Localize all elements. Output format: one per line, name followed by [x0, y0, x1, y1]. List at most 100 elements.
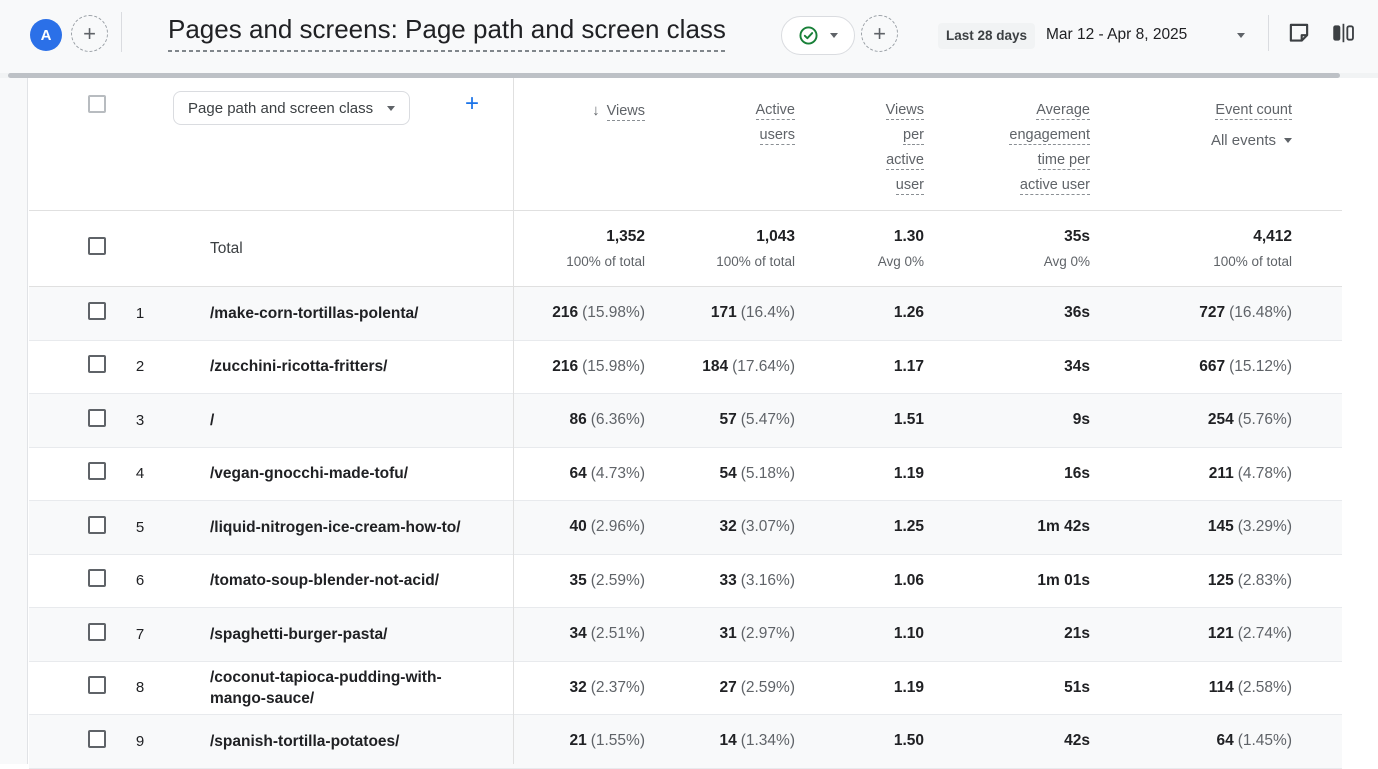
engagement-cell: 1m 42s — [924, 518, 1090, 536]
sort-descending-icon: ↓ — [592, 102, 600, 119]
active-users-cell: 33(3.16%) — [645, 572, 795, 590]
views-cell: 35(2.59%) — [513, 572, 645, 590]
views-per-user-cell: 1.51 — [795, 411, 924, 429]
notes-button[interactable] — [1286, 20, 1312, 46]
row-index: 1 — [106, 305, 174, 322]
column-header-views[interactable]: ↓Views — [513, 98, 645, 198]
row-checkbox[interactable] — [88, 730, 106, 748]
page-path: /tomato-soup-blender-not-acid/ — [174, 570, 513, 591]
ab-compare-icon — [1330, 20, 1356, 46]
table-row: 9 /spanish-tortilla-potatoes/ 21(1.55%) … — [29, 715, 1342, 769]
select-all-checkbox[interactable] — [88, 95, 106, 113]
total-active-users: 1,043100% of total — [645, 228, 795, 269]
views-cell: 32(2.37%) — [513, 679, 645, 697]
active-users-cell: 32(3.07%) — [645, 518, 795, 536]
page-title[interactable]: Pages and screens: Page path and screen … — [168, 14, 726, 52]
account-avatar[interactable]: A — [30, 19, 62, 51]
event-filter-dropdown[interactable]: All events — [1211, 128, 1292, 153]
views-per-user-cell: 1.25 — [795, 518, 924, 536]
divider — [121, 12, 122, 52]
date-range-badge: Last 28 days — [938, 23, 1035, 49]
page-path: /spaghetti-burger-pasta/ — [174, 624, 513, 645]
row-checkbox[interactable] — [88, 676, 106, 694]
add-report-button[interactable]: + — [861, 15, 898, 52]
table-row: 4 /vegan-gnocchi-made-tofu/ 64(4.73%) 54… — [29, 448, 1342, 502]
column-header-event-count[interactable]: Event count All events — [1090, 98, 1292, 198]
note-icon — [1286, 20, 1312, 46]
table-row: 1 /make-corn-tortillas-polenta/ 216(15.9… — [29, 287, 1342, 341]
chevron-down-icon — [387, 106, 395, 111]
table-row: 3 / 86(6.36%) 57(5.47%) 1.51 9s 254(5.76… — [29, 394, 1342, 448]
event-count-cell: 211(4.78%) — [1090, 465, 1292, 483]
table-body: 1 /make-corn-tortillas-polenta/ 216(15.9… — [29, 287, 1342, 769]
row-index: 7 — [106, 626, 174, 643]
scrollbar-area — [0, 64, 1378, 78]
chevron-down-icon — [830, 33, 838, 38]
left-gutter — [0, 78, 28, 764]
views-per-user-cell: 1.19 — [795, 679, 924, 697]
dimension-selector[interactable]: Page path and screen class — [173, 91, 410, 125]
row-checkbox[interactable] — [88, 302, 106, 320]
engagement-cell: 34s — [924, 358, 1090, 376]
compare-button[interactable] — [1330, 20, 1356, 46]
total-views: 1,352100% of total — [513, 228, 645, 269]
row-index: 3 — [106, 412, 174, 429]
row-checkbox[interactable] — [88, 516, 106, 534]
views-cell: 216(15.98%) — [513, 358, 645, 376]
views-per-user-cell: 1.50 — [795, 732, 924, 750]
chevron-down-icon — [1284, 138, 1292, 143]
active-users-cell: 27(2.59%) — [645, 679, 795, 697]
row-index: 6 — [106, 572, 174, 589]
page-path: /liquid-nitrogen-ice-cream-how-to/ — [174, 517, 513, 538]
row-checkbox[interactable] — [88, 462, 106, 480]
active-users-cell: 54(5.18%) — [645, 465, 795, 483]
column-header-engagement[interactable]: Average engagement time per active user — [924, 98, 1090, 198]
row-index: 4 — [106, 465, 174, 482]
views-cell: 216(15.98%) — [513, 304, 645, 322]
views-per-user-cell: 1.26 — [795, 304, 924, 322]
row-index: 8 — [106, 679, 174, 696]
row-checkbox[interactable] — [88, 623, 106, 641]
engagement-cell: 9s — [924, 411, 1090, 429]
views-cell: 40(2.96%) — [513, 518, 645, 536]
active-users-cell: 31(2.97%) — [645, 625, 795, 643]
chevron-down-icon[interactable] — [1237, 33, 1245, 38]
page-path: / — [174, 410, 513, 431]
add-dimension-button[interactable]: + — [465, 92, 479, 116]
engagement-cell: 1m 01s — [924, 572, 1090, 590]
total-checkbox[interactable] — [88, 237, 106, 255]
total-label: Total — [174, 240, 513, 258]
engagement-cell: 21s — [924, 625, 1090, 643]
event-count-cell: 114(2.58%) — [1090, 679, 1292, 697]
event-count-cell: 667(15.12%) — [1090, 358, 1292, 376]
report-table: Page path and screen class + ↓Views Acti… — [29, 78, 1342, 764]
views-per-user-cell: 1.19 — [795, 465, 924, 483]
date-range-value[interactable]: Mar 12 - Apr 8, 2025 — [1046, 26, 1187, 44]
page-path: /coconut-tapioca-pudding-with-mango-sauc… — [174, 667, 513, 709]
column-header-views-per-user[interactable]: Views per active user — [795, 98, 924, 198]
views-cell: 86(6.36%) — [513, 411, 645, 429]
row-checkbox[interactable] — [88, 569, 106, 587]
table-row: 2 /zucchini-ricotta-fritters/ 216(15.98%… — [29, 341, 1342, 395]
row-index: 2 — [106, 358, 174, 375]
table-header-row: Page path and screen class + ↓Views Acti… — [29, 78, 1342, 211]
page-path: /spanish-tortilla-potatoes/ — [174, 731, 513, 752]
views-per-user-cell: 1.10 — [795, 625, 924, 643]
metric-headers: ↓Views Active users Views per active use… — [513, 98, 1292, 198]
column-header-active-users[interactable]: Active users — [645, 98, 795, 198]
row-checkbox[interactable] — [88, 409, 106, 427]
table-row: 7 /spaghetti-burger-pasta/ 34(2.51%) 31(… — [29, 608, 1342, 662]
engagement-cell: 16s — [924, 465, 1090, 483]
row-checkbox[interactable] — [88, 355, 106, 373]
event-count-cell: 121(2.74%) — [1090, 625, 1292, 643]
event-count-cell: 145(3.29%) — [1090, 518, 1292, 536]
plus-icon: + — [873, 23, 886, 45]
engagement-cell: 51s — [924, 679, 1090, 697]
views-cell: 34(2.51%) — [513, 625, 645, 643]
views-cell: 64(4.73%) — [513, 465, 645, 483]
active-users-cell: 14(1.34%) — [645, 732, 795, 750]
report-status-button[interactable] — [781, 16, 855, 55]
active-users-cell: 184(17.64%) — [645, 358, 795, 376]
engagement-cell: 36s — [924, 304, 1090, 322]
add-comparison-button[interactable]: + — [71, 15, 108, 52]
